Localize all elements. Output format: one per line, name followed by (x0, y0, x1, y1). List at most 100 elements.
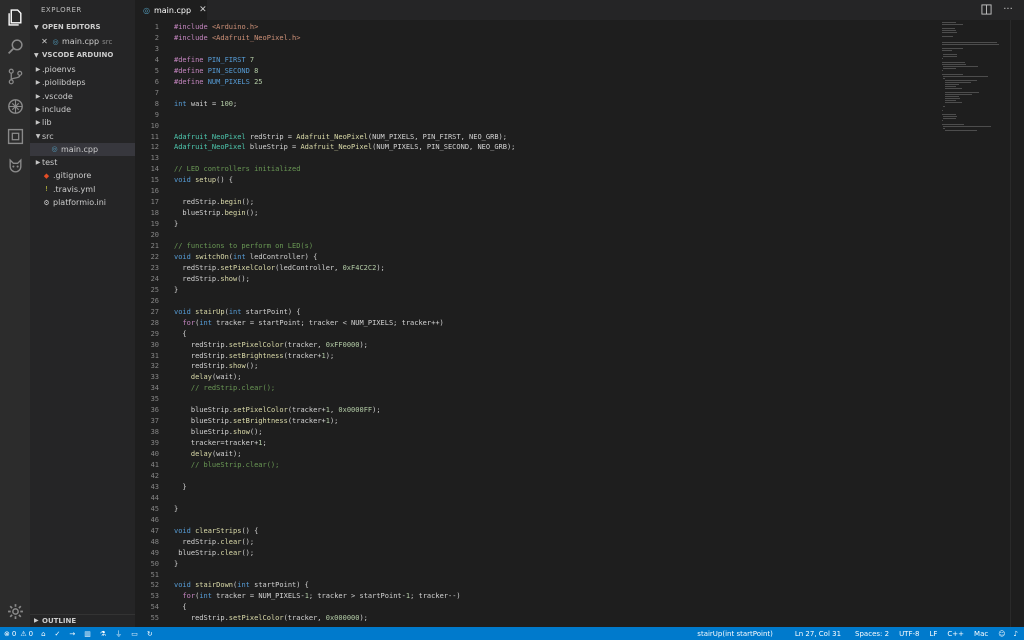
code-line[interactable]: 51 (135, 570, 940, 581)
code-line[interactable]: 50} (135, 559, 940, 570)
tree-item[interactable]: ⚙ platformio.ini (30, 196, 135, 209)
code-line[interactable]: 6 #define NUM_PIXELS 25 (135, 77, 940, 88)
code-line[interactable]: 31 redStrip.setBrightness(tracker+1); (135, 351, 940, 362)
code-line[interactable]: 37 blueStrip.setBrightness(tracker+1); (135, 416, 940, 427)
code-line[interactable]: 36 blueStrip.setPixelColor(tracker+1, 0x… (135, 405, 940, 416)
encoding[interactable]: UTF-8 (899, 627, 919, 640)
code-line[interactable]: 34 // redStrip.clear(); (135, 383, 940, 394)
code-line[interactable]: 30 redStrip.setPixelColor(tracker, 0xFF0… (135, 340, 940, 351)
project-header[interactable]: ▼ VSCODE ARDUINO (30, 49, 135, 61)
open-editor-item[interactable]: ✕ ◎ main.cpp src (30, 35, 135, 48)
platformio-icon[interactable] (5, 156, 25, 176)
code-line[interactable]: 29 { (135, 329, 940, 340)
code-line[interactable]: 24 redStrip.show(); (135, 274, 940, 285)
current-function[interactable]: stairUp(int startPoint) (697, 627, 773, 640)
code-line[interactable]: 52 void stairDown(int startPoint) { (135, 580, 940, 591)
errors-indicator[interactable]: ⊗ 0 ⚠ 0 (4, 627, 33, 640)
code-line[interactable]: 27 void stairUp(int startPoint) { (135, 307, 940, 318)
platform[interactable]: Mac (974, 627, 988, 640)
code-line[interactable]: 48 redStrip.clear(); (135, 537, 940, 548)
tree-item[interactable]: ▶ include (30, 103, 135, 116)
code-line[interactable]: 16 (135, 186, 940, 197)
code-line[interactable]: 32 redStrip.show(); (135, 361, 940, 372)
code-line[interactable]: 3 (135, 44, 940, 55)
code-line[interactable]: 46 (135, 515, 940, 526)
vertical-scrollbar[interactable] (1010, 20, 1024, 627)
source-control-icon[interactable] (5, 66, 25, 86)
code-line[interactable]: 5 #define PIN_SECOND 8 (135, 66, 940, 77)
code-line[interactable]: 45} (135, 504, 940, 515)
settings-gear-icon[interactable] (5, 601, 25, 621)
code-line[interactable]: 44 (135, 493, 940, 504)
code-line[interactable]: 25} (135, 285, 940, 296)
code-line[interactable]: 19} (135, 219, 940, 230)
close-icon[interactable]: ✕ (40, 37, 49, 46)
tree-item[interactable]: ▶ lib (30, 116, 135, 129)
code-line[interactable]: 21 // functions to perform on LED(s) (135, 241, 940, 252)
tree-item[interactable]: ◎ main.cpp (30, 142, 135, 156)
tree-item[interactable]: ! .travis.yml (30, 183, 135, 196)
code-line[interactable]: 1 #include <Arduino.h> (135, 22, 940, 33)
code-line[interactable]: 9 (135, 110, 940, 121)
code-line[interactable]: 23 redStrip.setPixelColor(ledController,… (135, 263, 940, 274)
split-editor-icon[interactable] (980, 3, 992, 15)
more-actions-icon[interactable]: ··· (1002, 3, 1014, 15)
files-icon[interactable] (5, 7, 25, 27)
tab-main-cpp[interactable]: ◎ main.cpp ✕ (135, 0, 207, 20)
code-line[interactable]: 18 blueStrip.begin(); (135, 208, 940, 219)
code-line[interactable]: 49 blueStrip.clear(); (135, 548, 940, 559)
code-line[interactable]: 42 (135, 471, 940, 482)
trash-clean-icon[interactable]: ▥ (84, 630, 91, 638)
code-line[interactable]: 22 void switchOn(int ledController) { (135, 252, 940, 263)
build-check-icon[interactable]: ✓ (55, 630, 61, 638)
smiley-feedback-icon[interactable]: ☺ (998, 627, 1005, 640)
code-line[interactable]: 47 void clearStrips() { (135, 526, 940, 537)
code-line[interactable]: 55 redStrip.setPixelColor(tracker, 0x000… (135, 613, 940, 624)
refresh-icon[interactable]: ↻ (147, 630, 153, 638)
code-line[interactable]: 17 redStrip.begin(); (135, 197, 940, 208)
tree-item[interactable]: ▶ test (30, 156, 135, 169)
upload-arrow-icon[interactable]: → (69, 630, 75, 638)
code-line[interactable]: 54 { (135, 602, 940, 613)
outline-header[interactable]: ▶ OUTLINE (30, 614, 135, 626)
code-line[interactable]: 20 (135, 230, 940, 241)
end-of-line[interactable]: LF (929, 627, 937, 640)
close-icon[interactable]: ✕ (199, 5, 207, 15)
code-line[interactable]: 26 (135, 296, 940, 307)
code-line[interactable]: 53 for(int tracker = NUM_PIXELS-1; track… (135, 591, 940, 602)
code-line[interactable]: 33 delay(wait); (135, 372, 940, 383)
code-editor[interactable]: 1 #include <Arduino.h> 2 #include <Adafruit… (135, 20, 940, 627)
code-line[interactable]: 12 Adafruit_NeoPixel blueStrip = Adafruit… (135, 142, 940, 153)
indentation[interactable]: Spaces: 2 (855, 627, 889, 640)
bell-icon[interactable]: ♪ (1014, 627, 1018, 640)
tree-item[interactable]: ▶ .piolibdeps (30, 76, 135, 89)
search-icon[interactable] (5, 36, 25, 56)
cursor-position[interactable]: Ln 27, Col 31 (795, 627, 841, 640)
test-flask-icon[interactable]: ⚗ (100, 630, 106, 638)
code-line[interactable]: 11 Adafruit_NeoPixel redStrip = Adafruit_… (135, 132, 940, 143)
code-line[interactable]: 15 void setup() { (135, 175, 940, 186)
code-line[interactable]: 2 #include <Adafruit_NeoPixel.h> (135, 33, 940, 44)
code-line[interactable]: 4 #define PIN_FIRST 7 (135, 55, 940, 66)
code-line[interactable]: 8 int wait = 100; (135, 99, 940, 110)
tree-item[interactable]: ▼ src (30, 130, 135, 143)
tree-item[interactable]: ▶ .pioenvs (30, 63, 135, 76)
code-line[interactable]: 38 blueStrip.show(); (135, 427, 940, 438)
terminal-icon[interactable]: ▭ (131, 630, 138, 638)
code-line[interactable]: 41 // blueStrip.clear(); (135, 460, 940, 471)
language-mode[interactable]: C++ (947, 627, 964, 640)
code-line[interactable]: 7 (135, 88, 940, 99)
code-line[interactable]: 35 (135, 394, 940, 405)
tree-item[interactable]: ◆ .gitignore (30, 169, 135, 182)
extensions-icon[interactable] (5, 126, 25, 146)
serial-monitor-plug-icon[interactable]: ⏚ (115, 629, 122, 639)
tree-item[interactable]: ▶ .vscode (30, 90, 135, 103)
home-icon[interactable]: ⌂ (41, 630, 45, 638)
code-line[interactable]: 39 tracker=tracker+1; (135, 438, 940, 449)
debug-icon[interactable] (5, 96, 25, 116)
code-line[interactable]: 14 // LED controllers initialized (135, 164, 940, 175)
code-line[interactable]: 13 (135, 153, 940, 164)
code-line[interactable]: 43 } (135, 482, 940, 493)
code-line[interactable]: 28 for(int tracker = startPoint; tracker… (135, 318, 940, 329)
open-editors-header[interactable]: ▼ OPEN EDITORS (30, 21, 135, 33)
